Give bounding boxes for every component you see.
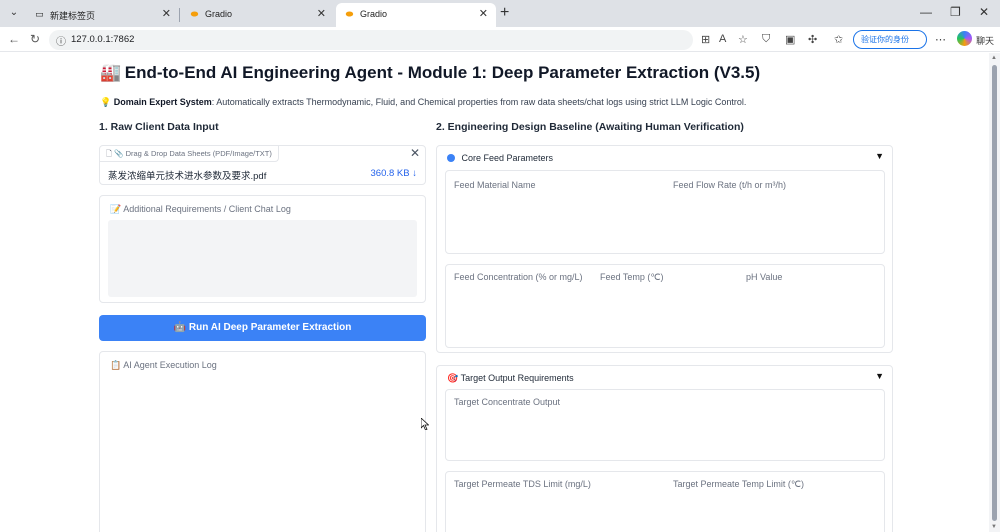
field-feed-flow-rate[interactable]: Feed Flow Rate (t/h or m³/h) — [673, 179, 786, 192]
description-bold: Domain Expert System — [113, 97, 212, 107]
verify-identity-button[interactable]: 验证你的身份 — [853, 30, 927, 49]
page-title: 🏭 End-to-End AI Engineering Agent - Modu… — [100, 63, 760, 83]
tab-title: Gradio — [205, 9, 233, 19]
file-download-link[interactable]: 360.8 KB ↓ — [371, 168, 417, 179]
memo-icon: 📝 — [110, 204, 122, 214]
read-aloud-icon[interactable]: A — [719, 33, 726, 45]
clear-file-icon[interactable]: ✕ — [410, 146, 420, 160]
collapse-triangle-icon[interactable]: ▼ — [875, 151, 884, 161]
robot-icon: 🤖 — [173, 322, 187, 333]
tab-title: 新建标签页 — [50, 11, 96, 21]
scroll-up-icon[interactable]: ▲ — [991, 55, 997, 61]
page-description: 💡 Domain Expert System: Automatically ex… — [100, 97, 746, 108]
reload-icon[interactable]: ↻ — [30, 32, 40, 46]
browser-tab-newtab[interactable]: ▭ 新建标签页 ✕ — [26, 3, 180, 27]
section-title-baseline: 2. Engineering Design Baseline (Awaiting… — [436, 121, 744, 133]
collapse-triangle-icon[interactable]: ▼ — [875, 371, 884, 381]
shield-icon[interactable]: ⛉ — [762, 33, 770, 46]
close-icon[interactable]: ✕ — [162, 7, 171, 20]
page-scrollbar[interactable]: ▲ ▼ — [989, 53, 1000, 532]
file-upload[interactable]: 🗋 📎 Drag & Drop Data Sheets (PDF/Image/T… — [99, 145, 426, 185]
execution-log-label: 📋 AI Agent Execution Log — [110, 360, 217, 370]
tab-actions-menu-icon[interactable]: ⌄ — [6, 5, 22, 21]
chat-log-label: 📝 Additional Requirements / Client Chat … — [110, 204, 291, 214]
url-text: 127.0.0.1:7862 — [71, 34, 135, 45]
new-tab-icon[interactable]: + — [500, 4, 509, 22]
back-icon[interactable]: ← — [8, 32, 20, 46]
browser-toolbar: ← ↻ ⓘ 127.0.0.1:7862 ⊞ A ☆ ⛉ ▣ ✣ ✩ 验证你的身… — [0, 27, 1000, 52]
minimize-icon[interactable]: — — [920, 5, 932, 19]
chat-log-block: 📝 Additional Requirements / Client Chat … — [99, 195, 426, 303]
core-feed-row-1: Feed Material Name Feed Flow Rate (t/h o… — [445, 170, 885, 254]
browser-tab-gradio-1[interactable]: ⬬ Gradio ✕ — [181, 3, 334, 27]
gradio-icon: ⬬ — [345, 9, 354, 19]
factory-icon: 🏭 — [100, 63, 122, 82]
chat-log-textarea[interactable] — [108, 220, 417, 297]
target-row-2: Target Permeate TDS Limit (mg/L) Target … — [445, 471, 885, 532]
accordion-target-output: 🎯 Target Output Requirements ▼ Target Co… — [436, 365, 893, 532]
field-feed-temp[interactable]: Feed Temp (℃) — [600, 271, 663, 284]
mouse-cursor-icon — [421, 418, 429, 430]
close-icon[interactable]: ✕ — [317, 7, 326, 20]
scrollbar-thumb[interactable] — [992, 65, 997, 521]
address-bar[interactable]: ⓘ 127.0.0.1:7862 — [49, 30, 693, 50]
target-row-1: Target Concentrate Output — [445, 389, 885, 461]
file-icon: 🗋 — [106, 149, 113, 158]
accordion-core-feed: Core Feed Parameters ▼ Feed Material Nam… — [436, 145, 893, 353]
maximize-icon[interactable]: ❐ — [950, 5, 961, 19]
field-target-permeate-tds[interactable]: Target Permeate TDS Limit (mg/L) — [454, 478, 591, 491]
copilot-icon[interactable] — [957, 31, 972, 46]
gradio-page: 🏭 End-to-End AI Engineering Agent - Modu… — [0, 53, 1000, 532]
newtab-icon: ▭ — [35, 9, 44, 19]
execution-log-block[interactable]: 📋 AI Agent Execution Log — [99, 351, 426, 532]
puzzle-icon[interactable]: ✣ — [808, 33, 817, 46]
section-title-input: 1. Raw Client Data Input — [99, 121, 219, 133]
file-upload-label: 🗋 📎 Drag & Drop Data Sheets (PDF/Image/T… — [100, 146, 279, 162]
browser-tab-gradio-active[interactable]: ⬬ Gradio ✕ — [336, 3, 496, 27]
accordion-core-feed-header[interactable]: Core Feed Parameters — [447, 153, 553, 163]
description-text: : Automatically extracts Thermodynamic, … — [211, 97, 747, 107]
app-available-icon[interactable]: ⊞ — [701, 33, 710, 46]
favorites-icon[interactable]: ✩ — [834, 33, 843, 46]
field-ph-value[interactable]: pH Value — [746, 271, 782, 284]
field-feed-concentration[interactable]: Feed Concentration (% or mg/L) — [454, 271, 584, 284]
chat-label[interactable]: 聊天 — [976, 34, 994, 47]
window-close-icon[interactable]: ✕ — [979, 5, 989, 19]
scroll-down-icon[interactable]: ▼ — [991, 524, 997, 530]
run-extraction-button[interactable]: 🤖 Run AI Deep Parameter Extraction — [99, 315, 426, 341]
gradio-icon: ⬬ — [190, 9, 199, 19]
accordion-target-output-header[interactable]: 🎯 Target Output Requirements — [447, 373, 574, 384]
extension-icon[interactable]: ▣ — [785, 33, 795, 46]
core-feed-row-2: Feed Concentration (% or mg/L) Feed Temp… — [445, 264, 885, 348]
tab-separator — [179, 8, 180, 22]
site-info-icon[interactable]: ⓘ — [56, 33, 66, 48]
close-icon[interactable]: ✕ — [479, 7, 488, 20]
uploaded-file-name[interactable]: 蒸发浓缩单元技术进水参数及要求.pdf — [108, 168, 266, 182]
page-title-text: End-to-End AI Engineering Agent - Module… — [124, 63, 761, 82]
clipboard-icon: 📋 — [110, 360, 122, 370]
field-target-concentrate[interactable]: Target Concentrate Output — [454, 396, 560, 409]
lightbulb-icon: 💡 — [100, 97, 112, 107]
browser-tab-bar: ⌄ ▭ 新建标签页 ✕ ⬬ Gradio ✕ ⬬ Gradio ✕ + — ❐ … — [0, 0, 1000, 27]
blue-circle-icon — [447, 154, 455, 162]
more-options-icon[interactable]: ⋯ — [935, 33, 946, 46]
favorite-star-icon[interactable]: ☆ — [738, 33, 748, 46]
tab-title: Gradio — [360, 9, 388, 19]
field-target-permeate-temp[interactable]: Target Permeate Temp Limit (℃) — [673, 478, 804, 491]
paperclip-icon: 📎 — [114, 149, 124, 158]
target-icon: 🎯 — [447, 373, 459, 383]
field-feed-material-name[interactable]: Feed Material Name — [454, 179, 536, 192]
